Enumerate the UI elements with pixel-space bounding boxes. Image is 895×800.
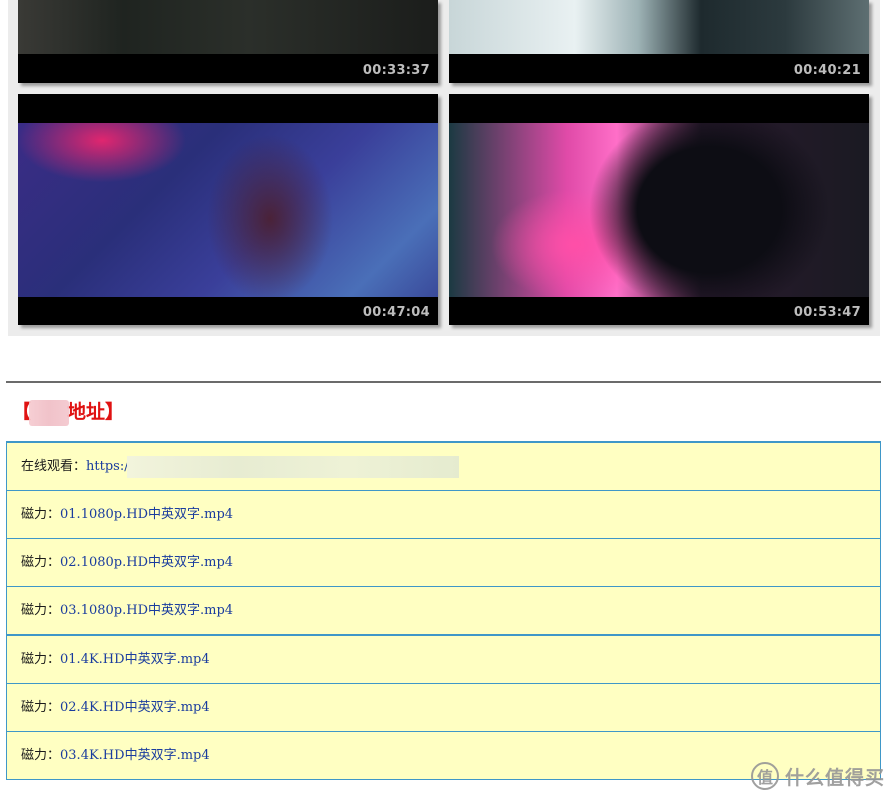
thumbnail-frame-image [18,123,438,297]
link-row-magnet: 磁力：02.1080p.HD中英双字.mp4 [6,539,881,587]
row-label: 磁力： [21,555,61,570]
link-row-magnet: 磁力：03.1080p.HD中英双字.mp4 [6,587,881,636]
section-divider [6,381,881,383]
thumbnail-frame-image [449,0,869,54]
watermark-logo-icon: 值 [750,762,779,790]
redacted-url [126,455,459,478]
video-thumbnail: 00:47:04 [18,94,438,325]
row-label: 磁力： [21,700,61,715]
row-label: 磁力： [21,603,61,618]
magnet-link[interactable]: 02.4K.HD中英双字.mp4 [60,700,210,715]
video-thumbnail: 00:33:37 [18,0,438,83]
row-label: 在线观看： [21,459,87,474]
magnet-link[interactable]: 01.4K.HD中英双字.mp4 [60,652,210,667]
section-title: 【地址】 [12,398,124,426]
magnet-link[interactable]: 03.4K.HD中英双字.mp4 [60,748,210,763]
thumbnail-frame-image [18,0,438,54]
link-row-magnet: 磁力：03.4K.HD中英双字.mp4 [6,732,881,780]
online-watch-link[interactable]: https:/ [86,459,129,474]
thumbnail-frame-image [449,123,869,297]
magnet-link[interactable]: 01.1080p.HD中英双字.mp4 [60,507,233,522]
link-row-magnet: 磁力：01.4K.HD中英双字.mp4 [6,636,881,684]
video-thumbnail: 00:53:47 [449,94,869,325]
link-row-magnet: 磁力：02.4K.HD中英双字.mp4 [6,684,881,732]
redacted-text [29,399,70,426]
row-label: 磁力： [21,652,61,667]
magnet-link[interactable]: 02.1080p.HD中英双字.mp4 [60,555,233,570]
video-thumbnail-grid: 00:33:37 00:40:21 00:47:04 00:53:47 [8,0,880,336]
download-link-table: 在线观看：https:/ 磁力：01.1080p.HD中英双字.mp4 磁力：0… [6,441,881,780]
row-label: 磁力： [21,507,61,522]
thumbnail-timestamp: 00:33:37 [362,63,430,78]
site-watermark: 值 什么值得买 [750,762,885,790]
link-row-online: 在线观看：https:/ [6,443,881,491]
watermark-text: 什么值得买 [784,766,885,789]
row-label: 磁力： [21,748,61,763]
thumbnail-timestamp: 00:53:47 [793,305,861,320]
magnet-link[interactable]: 03.1080p.HD中英双字.mp4 [60,603,233,618]
title-suffix: 地址】 [67,401,125,423]
thumbnail-timestamp: 00:40:21 [793,63,861,78]
thumbnail-timestamp: 00:47:04 [362,305,430,320]
video-thumbnail: 00:40:21 [449,0,869,83]
link-row-magnet: 磁力：01.1080p.HD中英双字.mp4 [6,491,881,539]
